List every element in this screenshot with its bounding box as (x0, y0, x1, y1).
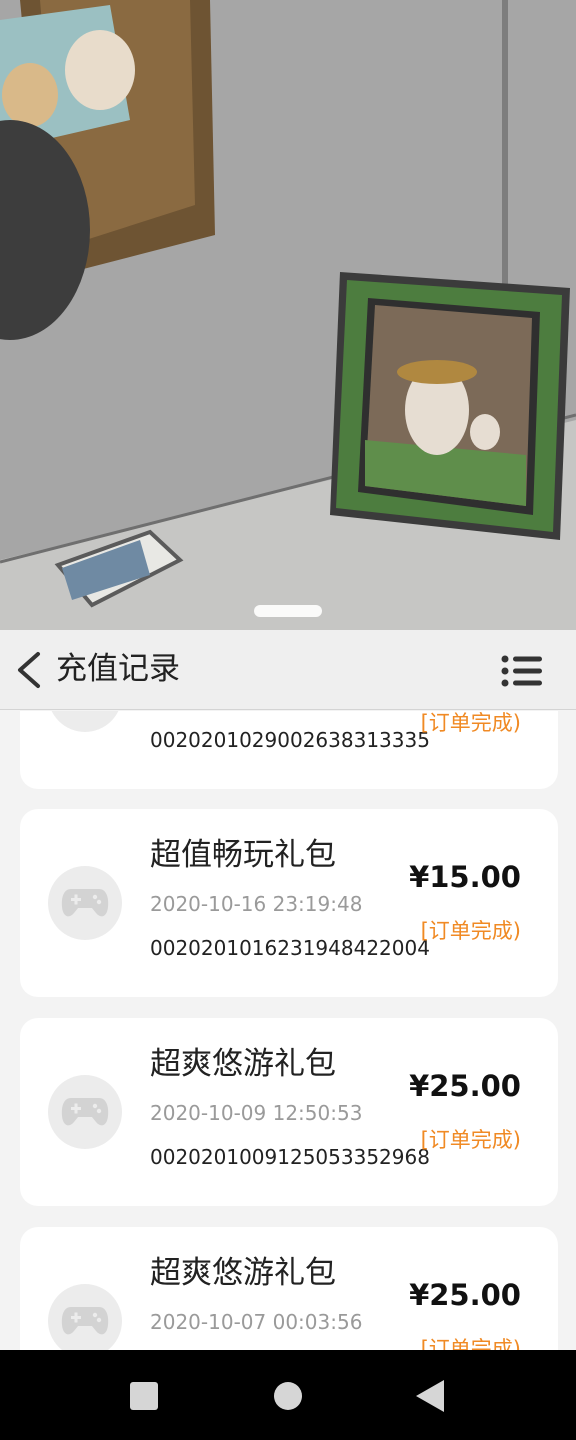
back-button[interactable] (12, 650, 48, 690)
order-status: [订单完成) (420, 711, 521, 735)
alpaca-figure (65, 30, 135, 110)
package-name: 超爽悠游礼包 (150, 1046, 336, 1082)
order-time: 2020-10-16 23:19:48 (150, 892, 363, 916)
order-status: [订单完成) (420, 1128, 521, 1152)
record-card[interactable]: 超爽悠游礼包 2020-10-07 00:03:56 ¥25.00 [订单完成) (20, 1227, 558, 1350)
rabbit-figure (2, 63, 58, 127)
gamepad-icon (61, 1307, 109, 1335)
room-illustration (0, 0, 576, 630)
recharge-panel: 充值记录 0020201029002638313335 [订单完成) 超值畅玩礼… (0, 630, 576, 1350)
avatar (48, 711, 122, 732)
list-menu-icon (501, 655, 542, 687)
page-title: 充值记录 (56, 651, 180, 687)
price: ¥15.00 (409, 860, 521, 894)
avatar (48, 1075, 122, 1149)
header-bar: 充值记录 (0, 630, 576, 710)
order-time: 2020-10-09 12:50:53 (150, 1101, 363, 1125)
order-number: 0020201016231948422004 (150, 936, 430, 960)
package-name: 超值畅玩礼包 (150, 837, 336, 873)
avatar (48, 866, 122, 940)
order-number: 0020201009125053352968 (150, 1145, 430, 1169)
record-card[interactable]: 超爽悠游礼包 2020-10-09 12:50:53 0020201009125… (20, 1018, 558, 1206)
order-status: [订单完成) (420, 1337, 521, 1350)
price: ¥25.00 (409, 1278, 521, 1312)
gamepad-icon (61, 889, 109, 917)
package-name: 超爽悠游礼包 (150, 1255, 336, 1291)
order-time: 2020-10-07 00:03:56 (150, 1310, 363, 1334)
gamepad-icon (61, 1098, 109, 1126)
avatar (48, 1284, 122, 1350)
system-nav-bar (0, 1350, 576, 1440)
system-back-button[interactable] (416, 1380, 444, 1412)
menu-button[interactable] (500, 654, 544, 688)
drag-handle[interactable] (254, 605, 322, 617)
chevron-left-icon (18, 652, 40, 688)
game-scene (0, 0, 576, 630)
home-button[interactable] (274, 1382, 302, 1410)
recent-apps-button[interactable] (130, 1382, 158, 1410)
record-card[interactable]: 超值畅玩礼包 2020-10-16 23:19:48 0020201016231… (20, 809, 558, 997)
order-status: [订单完成) (420, 919, 521, 943)
record-card[interactable]: 0020201029002638313335 [订单完成) (20, 711, 558, 789)
price: ¥25.00 (409, 1069, 521, 1103)
order-number: 0020201029002638313335 (150, 728, 430, 752)
record-list[interactable]: 0020201029002638313335 [订单完成) 超值畅玩礼包 202… (0, 711, 576, 1350)
